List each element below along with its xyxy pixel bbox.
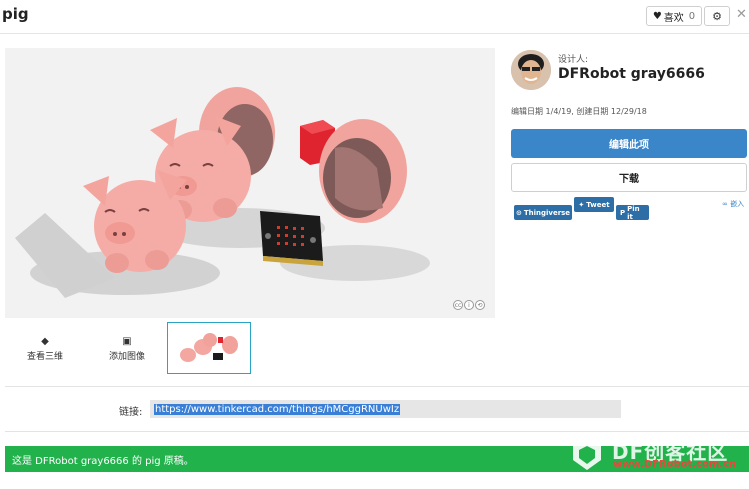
page: pig ♥ 喜欢 0 ⚙ ✕ cc i ⟲ ◆ 查看三维 ▣ 添加图像 设计人:… xyxy=(0,0,749,489)
twitter-icon: ✦ xyxy=(578,200,585,209)
close-icon[interactable]: ✕ xyxy=(736,7,747,22)
thingiverse-label: Thingiverse xyxy=(523,208,571,217)
pin-label: Pin it xyxy=(627,204,640,221)
model-preview-image[interactable]: cc i ⟲ xyxy=(5,48,495,318)
pin-it-button[interactable]: P Pin it xyxy=(616,204,649,221)
image-icon: ▣ xyxy=(122,336,132,347)
designer-name[interactable]: DFRobot gray6666 xyxy=(558,66,705,82)
model-render xyxy=(15,87,430,298)
like-count: 0 xyxy=(688,10,696,22)
link-url-field[interactable]: https://www.tinkercad.com/things/hMCggRN… xyxy=(150,400,621,418)
license-icons: cc i ⟲ xyxy=(453,300,485,310)
view-3d-label: 查看三维 xyxy=(26,352,63,362)
gear-icon: ⚙ xyxy=(712,9,722,23)
watermark-url: www.DFRobot.com.cn xyxy=(613,459,737,470)
designer-label: 设计人: xyxy=(558,55,589,65)
add-image-label: 添加图像 xyxy=(108,352,145,362)
like-button[interactable]: ♥ 喜欢 0 xyxy=(646,6,702,26)
settings-button[interactable]: ⚙ xyxy=(704,6,730,26)
dfrobot-logo-icon xyxy=(573,440,601,470)
divider-top xyxy=(5,386,749,387)
cube-icon: ◆ xyxy=(41,336,49,347)
share-alike-icon: ⟲ xyxy=(475,300,485,310)
avatar-image xyxy=(511,50,551,90)
edit-create-dates: 编辑日期 1/4/19, 创建日期 12/29/18 xyxy=(511,107,647,116)
page-title: pig xyxy=(2,5,29,23)
thumbnail-row: ◆ 查看三维 ▣ 添加图像 xyxy=(5,322,495,374)
header-bar: pig ♥ 喜欢 0 ⚙ ✕ xyxy=(0,0,749,34)
edit-button[interactable]: 编辑此项 xyxy=(511,129,747,158)
embed-link[interactable]: ∞ 嵌入 xyxy=(722,199,744,209)
view-3d-button[interactable]: ◆ 查看三维 xyxy=(15,336,75,362)
download-button[interactable]: 下载 xyxy=(511,163,747,192)
dfrobot-watermark: DF创客社区 www.DFRobot.com.cn xyxy=(568,432,749,480)
pinterest-icon: P xyxy=(620,208,626,217)
tweet-button[interactable]: ✦ Tweet xyxy=(574,197,614,212)
add-image-button[interactable]: ▣ 添加图像 xyxy=(97,336,157,362)
heart-icon: ♥ xyxy=(652,10,662,22)
cc-icon: cc xyxy=(453,300,463,310)
link-url-text: https://www.tinkercad.com/things/hMCggRN… xyxy=(154,403,401,415)
thingiverse-share-button[interactable]: ⊙ Thingiverse xyxy=(514,205,572,220)
embed-label: 嵌入 xyxy=(730,200,745,208)
attribution-icon: i xyxy=(464,300,474,310)
designer-avatar[interactable] xyxy=(511,50,551,90)
thingiverse-icon: ⊙ xyxy=(515,208,522,217)
thumbnail-image xyxy=(180,333,238,362)
tweet-label: Tweet xyxy=(586,200,610,209)
like-label: 喜欢 xyxy=(663,12,684,24)
link-label: 链接: xyxy=(119,407,143,418)
thumbnail-selected[interactable] xyxy=(167,322,251,374)
link-icon: ∞ xyxy=(722,200,728,208)
